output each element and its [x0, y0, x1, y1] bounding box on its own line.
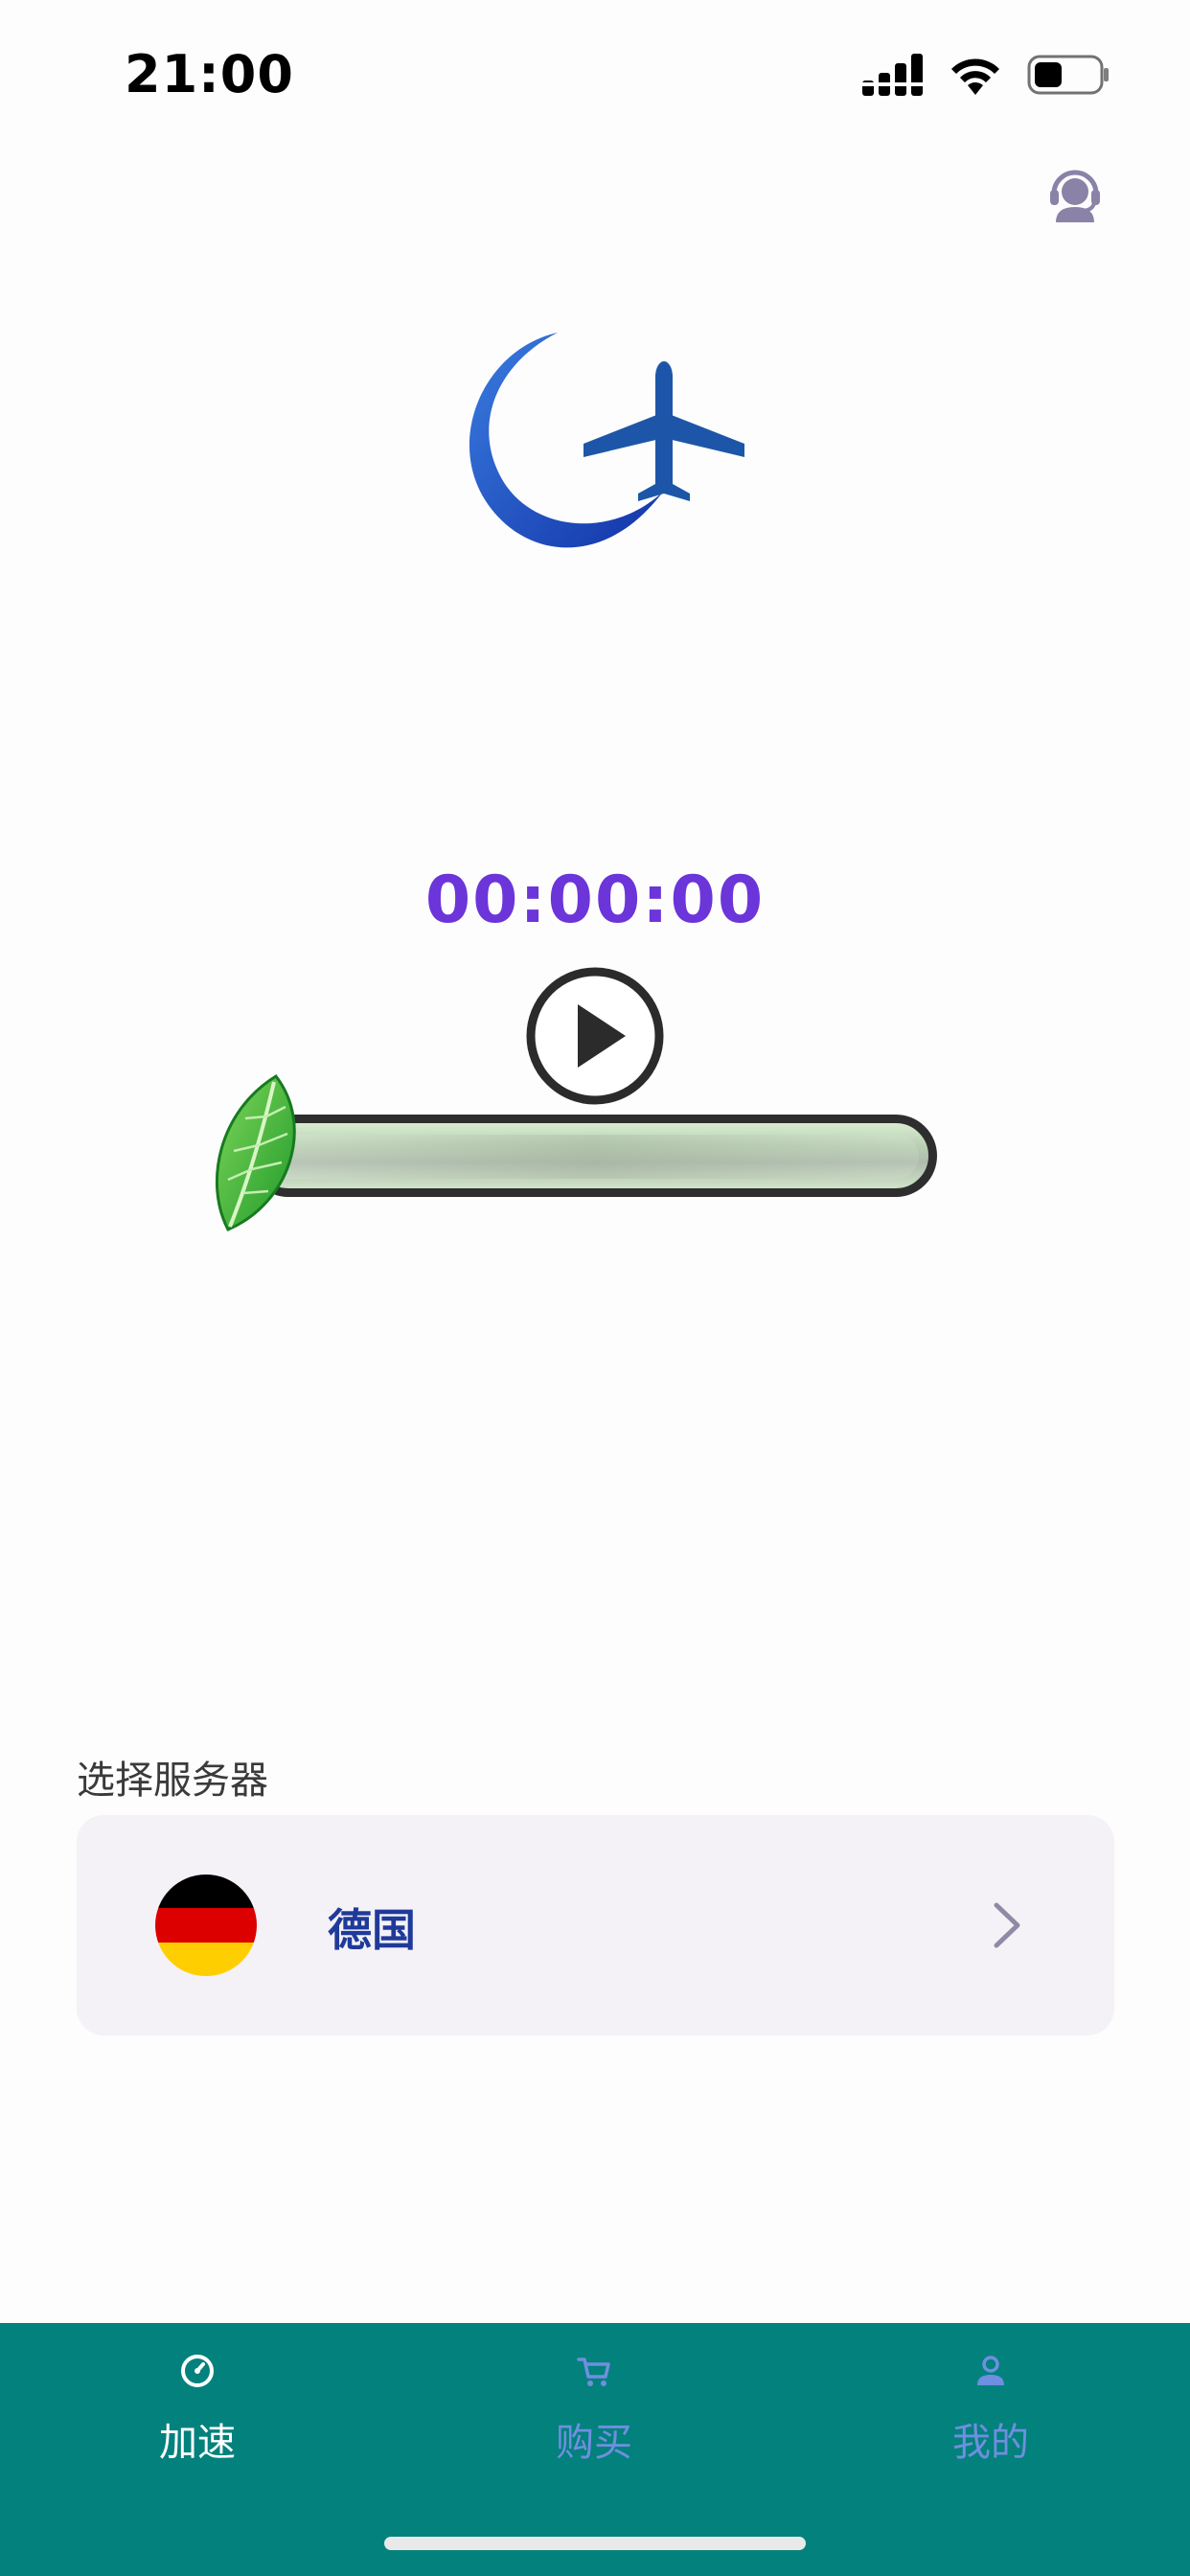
cart-icon	[577, 2358, 610, 2386]
status-bar: 21:00	[0, 0, 1190, 153]
tab-label: 购买	[556, 2421, 632, 2465]
progress-track	[247, 1115, 937, 1197]
tab-accelerate[interactable]: 加速	[82, 2352, 312, 2476]
status-icons	[862, 54, 1110, 96]
germany-flag-icon	[155, 1874, 257, 1976]
server-name: 德国	[328, 1904, 416, 1956]
app-logo	[433, 321, 759, 570]
wifi-icon	[951, 58, 999, 95]
crescent-airplane-logo	[469, 333, 744, 548]
connection-progress-bar	[209, 1069, 966, 1236]
status-time: 21:00	[125, 44, 294, 104]
battery-icon	[1027, 55, 1109, 95]
tab-buy[interactable]: 购买	[479, 2352, 709, 2476]
connection-timer: 00:00:00	[424, 862, 766, 938]
home-indicator[interactable]	[384, 2537, 806, 2550]
customer-service-icon	[1050, 170, 1100, 222]
chevron-right-icon	[994, 1902, 1020, 1948]
customer-service-button[interactable]	[1048, 165, 1102, 222]
speed-icon	[181, 2355, 214, 2387]
leaf-icon	[216, 1074, 296, 1231]
server-selector[interactable]: 德国	[77, 1815, 1114, 2036]
select-server-label: 选择服务器	[77, 1759, 268, 1803]
tab-label: 加速	[159, 2421, 236, 2465]
signal-icon	[862, 54, 924, 96]
user-icon	[977, 2356, 1004, 2385]
tab-label: 我的	[952, 2421, 1029, 2465]
progress-fill	[265, 1135, 919, 1179]
tab-profile[interactable]: 我的	[876, 2352, 1106, 2476]
